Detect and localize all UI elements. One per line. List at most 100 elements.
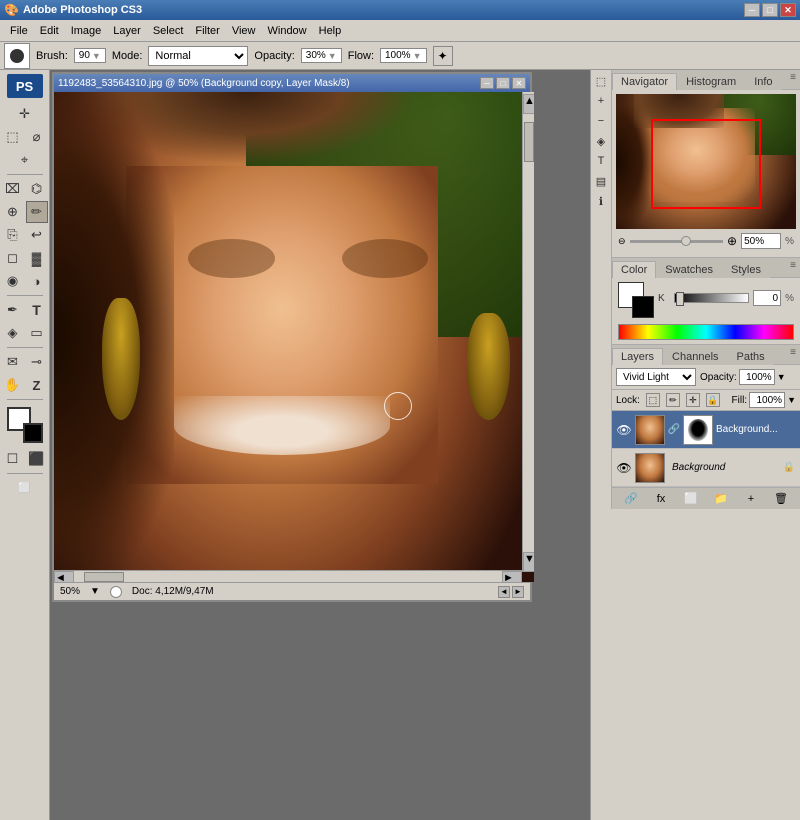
zoom-input[interactable] — [741, 233, 781, 249]
add-link-button[interactable]: 🔗 — [622, 491, 640, 507]
fg-bg-swatches[interactable] — [618, 282, 654, 318]
tool-heal[interactable]: ⊕ — [2, 201, 24, 223]
tab-info[interactable]: Info — [745, 73, 781, 90]
strip-btn-layers[interactable]: ▤ — [592, 172, 610, 190]
strip-btn-2[interactable]: + — [592, 92, 610, 110]
quick-mask-off[interactable]: ☐ — [2, 448, 24, 470]
tool-text[interactable]: T — [26, 299, 48, 321]
strip-btn-3[interactable]: − — [592, 112, 610, 130]
brush-preview[interactable] — [4, 43, 30, 69]
tab-channels[interactable]: Channels — [663, 348, 727, 365]
k-value-input[interactable] — [753, 290, 781, 306]
maximize-button[interactable]: □ — [762, 3, 778, 17]
menu-window[interactable]: Window — [262, 23, 313, 39]
color-spectrum-bar[interactable] — [618, 324, 794, 340]
k-slider-handle[interactable] — [676, 292, 684, 306]
lock-transparent[interactable]: ⬚ — [646, 393, 660, 407]
scrollbar-thumb-h[interactable] — [84, 572, 124, 582]
menu-image[interactable]: Image — [65, 23, 108, 39]
fill-input[interactable] — [749, 392, 785, 408]
strip-btn-color[interactable]: ◈ — [592, 132, 610, 150]
tool-eyedrop[interactable]: ⊸ — [26, 351, 48, 373]
minimize-button[interactable]: ─ — [744, 3, 760, 17]
tab-swatches[interactable]: Swatches — [656, 261, 722, 278]
menu-edit[interactable]: Edit — [34, 23, 65, 39]
tool-notes[interactable]: ✉ — [2, 351, 24, 373]
blend-mode-select[interactable]: Vivid Light Normal Overlay Multiply Scre… — [616, 368, 696, 386]
tab-styles[interactable]: Styles — [722, 261, 770, 278]
zoom-slider[interactable] — [630, 240, 723, 243]
add-fx-button[interactable]: fx — [652, 491, 670, 507]
lock-position[interactable]: ✛ — [686, 393, 700, 407]
layers-menu-btn[interactable]: ≡ — [790, 347, 796, 358]
background-color[interactable] — [23, 423, 43, 443]
menu-view[interactable]: View — [226, 23, 262, 39]
scrollbar-thumb-v[interactable] — [524, 122, 534, 162]
opacity-input[interactable]: 30% ▼ — [301, 48, 342, 63]
horizontal-scrollbar[interactable]: ◄ ► — [54, 570, 522, 582]
menu-help[interactable]: Help — [313, 23, 348, 39]
tab-navigator[interactable]: Navigator — [612, 73, 677, 90]
layer-item-background-copy[interactable]: 👁 🔗 Background... — [612, 411, 800, 449]
tool-crop[interactable]: ⌧ — [2, 178, 24, 200]
tool-magic-wand[interactable]: ⌖ — [14, 149, 36, 171]
prev-page[interactable]: ◄ — [498, 586, 510, 598]
tool-path-select[interactable]: ◈ — [2, 322, 24, 344]
tool-clone[interactable]: ⎘ — [2, 224, 24, 246]
tab-histogram[interactable]: Histogram — [677, 73, 745, 90]
new-group-button[interactable]: 📁 — [712, 491, 730, 507]
tool-dodge[interactable]: ◑ — [26, 270, 48, 292]
menu-select[interactable]: Select — [147, 23, 190, 39]
strip-btn-1[interactable]: ⬚ — [592, 72, 610, 90]
opacity-arrow[interactable]: ▼ — [777, 372, 786, 382]
menu-filter[interactable]: Filter — [189, 23, 225, 39]
doc-close[interactable]: ✕ — [512, 77, 526, 89]
brush-size-input[interactable]: 90 ▼ — [74, 48, 106, 63]
tool-zoom[interactable]: Z — [26, 374, 48, 396]
tab-paths[interactable]: Paths — [728, 348, 774, 365]
tool-slice[interactable]: ⌬ — [26, 178, 48, 200]
tool-shape[interactable]: ▭ — [26, 322, 48, 344]
tab-layers[interactable]: Layers — [612, 348, 663, 365]
tool-pen[interactable]: ✒ — [2, 299, 24, 321]
strip-btn-info[interactable]: ℹ — [592, 192, 610, 210]
tool-marquee[interactable]: ⬚ — [2, 126, 24, 148]
layer-visibility-2[interactable]: 👁 — [616, 460, 632, 476]
vertical-scrollbar[interactable]: ▲ ▼ — [522, 92, 534, 572]
tab-color[interactable]: Color — [612, 261, 656, 278]
lock-all[interactable]: 🔒 — [706, 393, 720, 407]
next-page[interactable]: ► — [512, 586, 524, 598]
menu-file[interactable]: File — [4, 23, 34, 39]
navigator-viewport-rect[interactable] — [651, 119, 761, 209]
layer-item-background[interactable]: 👁 Background 🔒 — [612, 449, 800, 487]
tool-gradient[interactable]: ▓ — [26, 247, 48, 269]
tool-lasso[interactable]: ⌀ — [26, 126, 48, 148]
tool-history[interactable]: ↩ — [26, 224, 48, 246]
strip-btn-type[interactable]: T — [592, 152, 610, 170]
delete-layer-button[interactable]: 🗑 — [772, 491, 790, 507]
menu-layer[interactable]: Layer — [107, 23, 147, 39]
new-layer-button[interactable]: + — [742, 491, 760, 507]
scrollbar-left[interactable]: ◄ — [54, 571, 74, 582]
k-slider-track[interactable] — [674, 293, 749, 303]
screen-mode[interactable]: ⬜ — [7, 477, 43, 499]
opacity-input[interactable] — [739, 369, 775, 385]
doc-minimize[interactable]: ─ — [480, 77, 494, 89]
close-button[interactable]: ✕ — [780, 3, 796, 17]
navigator-menu-btn[interactable]: ≡ — [790, 72, 796, 83]
scrollbar-right[interactable]: ► — [502, 571, 522, 582]
doc-maximize[interactable]: □ — [496, 77, 510, 89]
tool-hand[interactable]: ✋ — [2, 374, 24, 396]
lock-pixels[interactable]: ✏ — [666, 393, 680, 407]
background-swatch[interactable] — [632, 296, 654, 318]
layer-visibility-1[interactable]: 👁 — [616, 422, 632, 438]
tool-move[interactable]: ✛ — [14, 103, 36, 125]
scrollbar-up[interactable]: ▲ — [523, 94, 534, 114]
fill-arrow[interactable]: ▼ — [787, 395, 796, 405]
zoom-slider-thumb[interactable] — [681, 236, 691, 246]
scrollbar-down[interactable]: ▼ — [523, 552, 534, 572]
color-menu-btn[interactable]: ≡ — [790, 260, 796, 271]
tool-brush[interactable]: ✏ — [26, 201, 48, 223]
tool-eraser[interactable]: ◻ — [2, 247, 24, 269]
airbrush-button[interactable]: ✦ — [433, 46, 453, 66]
